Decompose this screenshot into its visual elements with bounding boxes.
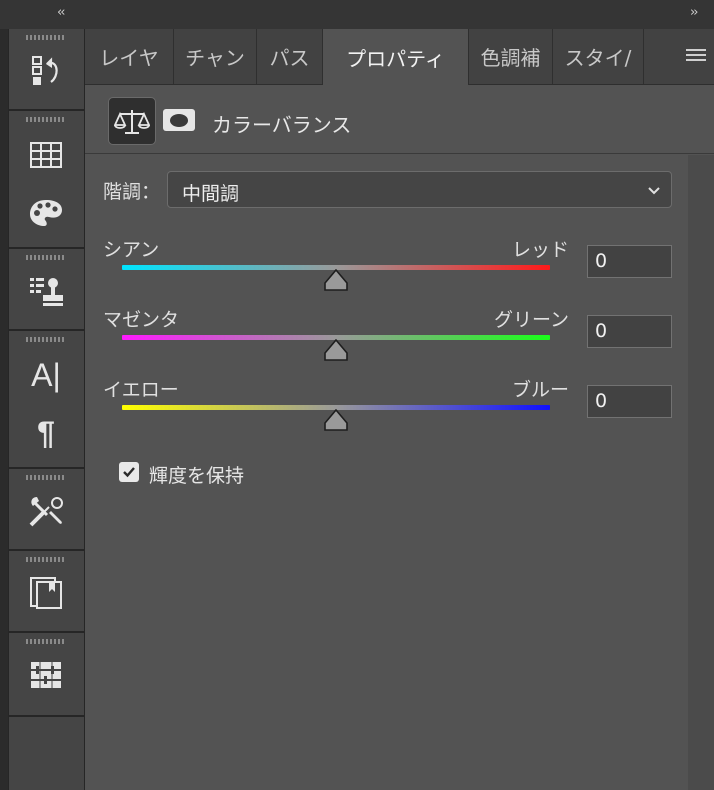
magenta-green-value-field[interactable]: 0: [587, 315, 672, 348]
checkmark-icon: [123, 467, 135, 478]
slider-left-label: イエロー: [103, 379, 179, 401]
color-balance-icon[interactable]: [108, 97, 156, 145]
properties-header: カラーバランス: [85, 85, 714, 154]
slider-thumb[interactable]: [323, 338, 349, 361]
swatches-grid-icon[interactable]: [23, 135, 69, 175]
dock-group-type: A| ¶: [9, 331, 84, 469]
tone-value: 中間調: [182, 183, 240, 205]
cyan-red-value-field[interactable]: 0: [587, 245, 672, 278]
drag-grip[interactable]: [26, 35, 66, 40]
slider-left-label: シアン: [103, 239, 160, 261]
drag-grip[interactable]: [26, 337, 66, 342]
preserve-luminosity-label[interactable]: 輝度を保持: [149, 461, 244, 488]
panel-scrollbar[interactable]: [688, 155, 714, 790]
panel-top-strip: ‹‹ ››: [0, 0, 714, 29]
properties-panel: レイヤ チャン パス プロパティ 色調補 スタイ/ カラーバランス 階調： 中間…: [85, 29, 714, 790]
drag-grip[interactable]: [26, 117, 66, 122]
slider-left-label: マゼンタ: [103, 309, 180, 331]
magenta-green-slider-row: マゼンタ グリーン 0: [85, 305, 685, 365]
dock-group-filters: [9, 633, 84, 717]
slider-thumb[interactable]: [323, 408, 349, 431]
filter-icon[interactable]: [23, 655, 69, 695]
preserve-luminosity-checkbox[interactable]: [119, 462, 139, 482]
tab-properties[interactable]: プロパティ: [323, 29, 469, 85]
character-icon[interactable]: A|: [23, 355, 69, 395]
tab-layers[interactable]: レイヤ: [85, 29, 174, 84]
tab-adjustments[interactable]: 色調補: [469, 29, 553, 84]
chevron-down-icon: [647, 182, 661, 201]
panel-menu-icon[interactable]: [686, 47, 706, 63]
expand-panel-icon[interactable]: ››: [690, 5, 699, 20]
slider-thumb[interactable]: [323, 268, 349, 291]
slider-right-label: レッド: [511, 239, 569, 261]
slider-right-label: ブルー: [511, 379, 569, 401]
drag-grip[interactable]: [26, 255, 66, 260]
tab-styles[interactable]: スタイ/: [553, 29, 644, 84]
drag-grip[interactable]: [26, 639, 66, 644]
adjustment-title: カラーバランス: [212, 113, 352, 137]
drag-grip[interactable]: [26, 557, 66, 562]
tab-paths[interactable]: パス: [257, 29, 323, 84]
palette-icon[interactable]: [23, 193, 69, 233]
tool-presets-icon[interactable]: [23, 491, 69, 531]
yellow-blue-value-field[interactable]: 0: [587, 385, 672, 418]
panel-tab-bar: レイヤ チャン パス プロパティ 色調補 スタイ/: [85, 29, 714, 85]
yellow-blue-slider-row: イエロー ブルー 0: [85, 375, 685, 435]
glyphs-icon[interactable]: [23, 573, 69, 613]
dock-group-glyphs: [9, 551, 84, 633]
cyan-red-slider-row: シアン レッド 0: [85, 235, 685, 295]
tone-dropdown[interactable]: 中間調: [167, 171, 672, 208]
history-icon[interactable]: [23, 51, 69, 91]
layer-mask-icon[interactable]: [163, 109, 195, 131]
drag-grip[interactable]: [26, 475, 66, 480]
tab-channels[interactable]: チャン: [174, 29, 257, 84]
slider-right-label: グリーン: [493, 309, 569, 331]
tone-label: 階調：: [103, 181, 161, 203]
clone-source-icon[interactable]: [23, 271, 69, 311]
paragraph-icon[interactable]: ¶: [23, 413, 69, 453]
dock-group-clone: [9, 249, 84, 331]
dock-group-presets: [9, 469, 84, 551]
dock-group-swatches: [9, 111, 84, 249]
collapse-dock-icon[interactable]: ‹‹: [57, 5, 66, 20]
tool-dock: A| ¶: [8, 29, 85, 790]
dock-group-history: [9, 29, 84, 111]
